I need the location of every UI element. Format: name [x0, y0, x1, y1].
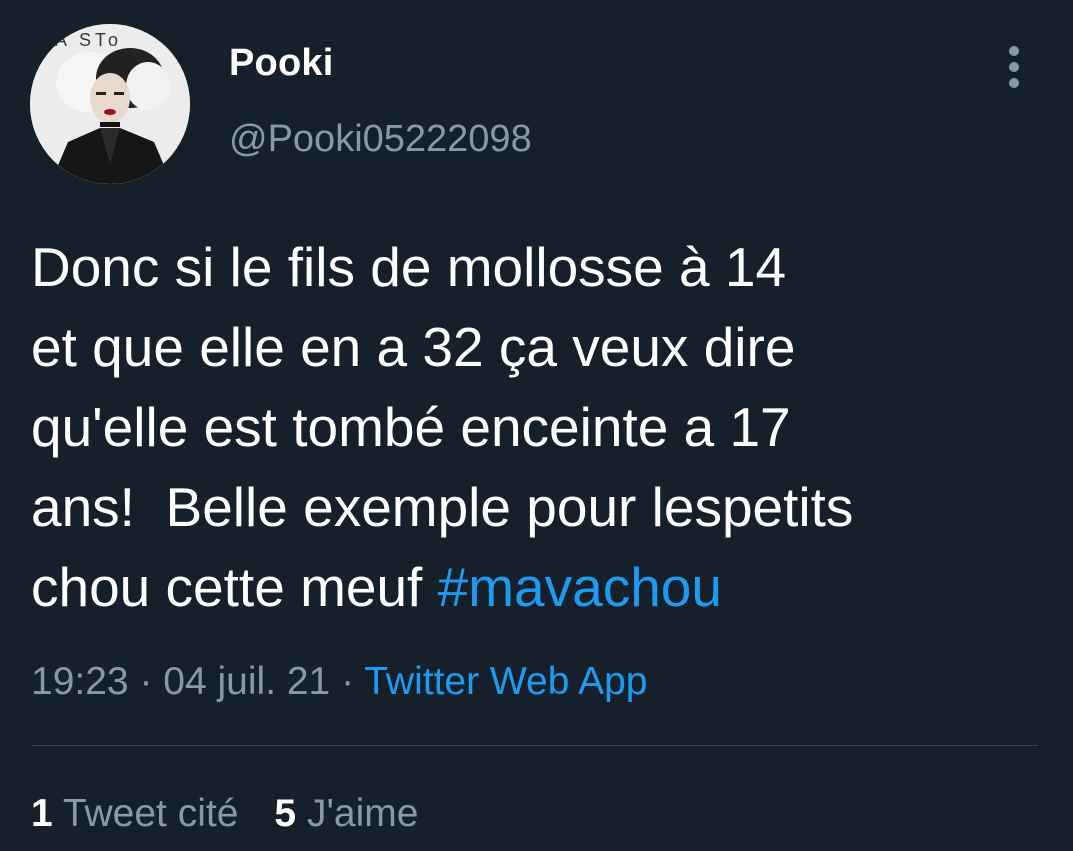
avatar[interactable]: MA STo: [30, 24, 190, 184]
quote-count: 1: [31, 792, 53, 835]
tweet-stats: 1 Tweet cité 5 J'aime: [31, 792, 418, 836]
tweet-date[interactable]: 04 juil. 21: [163, 660, 330, 703]
quote-tweets-stat[interactable]: 1 Tweet cité: [31, 792, 238, 835]
meta-separator: ·: [139, 660, 153, 703]
author-handle[interactable]: @Pooki05222098: [229, 118, 532, 161]
hashtag-link[interactable]: #mavachou: [438, 556, 722, 618]
likes-label: J'aime: [306, 792, 419, 835]
avatar-text: MA STo: [36, 30, 122, 50]
tweet-source-link[interactable]: Twitter Web App: [364, 660, 647, 703]
likes-count: 5: [274, 792, 297, 835]
tweet-meta: 19:23 · 04 juil. 21 · Twitter Web App: [31, 660, 647, 704]
tweet-text: Donc si le fils de mollosse à 14 et que …: [31, 227, 1041, 627]
more-vertical-icon[interactable]: [1000, 46, 1028, 88]
avatar-image: MA STo: [30, 24, 190, 184]
author-display-name[interactable]: Pooki: [229, 42, 333, 85]
tweet-detail: MA STo Pooki @Pooki05222098 Donc si le f…: [0, 0, 1073, 851]
likes-stat[interactable]: 5 J'aime: [274, 792, 418, 835]
divider: [31, 745, 1038, 746]
meta-separator: ·: [341, 660, 355, 703]
quote-label: Tweet cité: [62, 792, 239, 835]
tweet-time[interactable]: 19:23: [31, 660, 129, 703]
